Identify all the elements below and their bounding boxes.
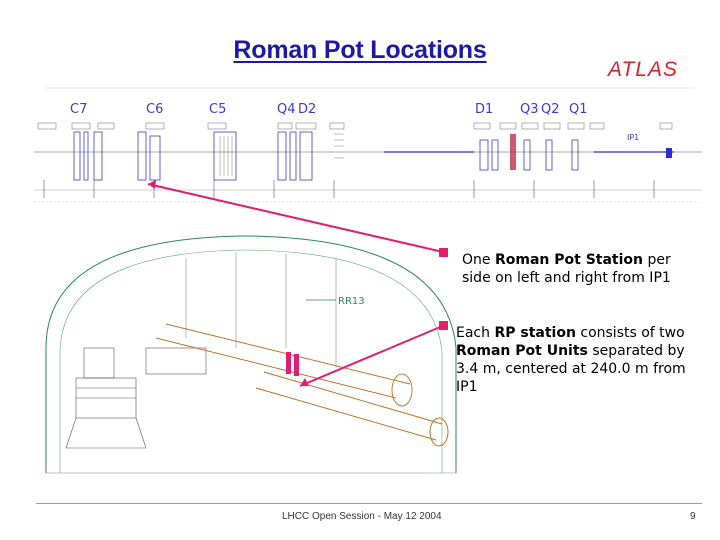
label-d1: D1 bbox=[475, 102, 493, 117]
label-c6: C6 bbox=[146, 102, 163, 117]
note2-text-a: Each bbox=[456, 325, 495, 341]
page-number: 9 bbox=[690, 511, 696, 522]
label-d2: D2 bbox=[298, 102, 316, 117]
label-q3: Q3 bbox=[520, 102, 539, 117]
label-q4: Q4 bbox=[277, 102, 296, 117]
note-roman-pot-station: One Roman Pot Station per side on left a… bbox=[462, 251, 702, 287]
tunnel-label-rr13: RR13 bbox=[338, 296, 365, 307]
label-q2: Q2 bbox=[541, 102, 560, 117]
atlas-logo: ATLAS bbox=[608, 58, 678, 81]
label-c5: C5 bbox=[209, 102, 226, 117]
note-rp-station: Each RP station consists of two Roman Po… bbox=[456, 324, 706, 396]
note1-bold-a: Roman Pot Station bbox=[494, 252, 643, 268]
note1-text-a: One bbox=[462, 252, 495, 268]
label-c7: C7 bbox=[70, 102, 87, 117]
label-ip1: IP1 bbox=[627, 133, 639, 142]
footer-text: LHCC Open Session - May 12 2004 bbox=[282, 511, 442, 522]
note2-bold-b: Roman Pot Units bbox=[456, 343, 588, 359]
beamline-schematic: C7 C6 C5 Q4 D2 D1 Q3 Q2 Q1 IP1 bbox=[34, 87, 702, 203]
note2-text-b: consists of two bbox=[575, 325, 685, 341]
footer-divider bbox=[36, 503, 702, 504]
note2-bold-a: RP station bbox=[494, 325, 576, 341]
note2-marker bbox=[439, 321, 448, 330]
note1-marker bbox=[439, 248, 448, 257]
tunnel-drawing: RR13 bbox=[45, 235, 457, 474]
label-q1: Q1 bbox=[569, 102, 588, 117]
